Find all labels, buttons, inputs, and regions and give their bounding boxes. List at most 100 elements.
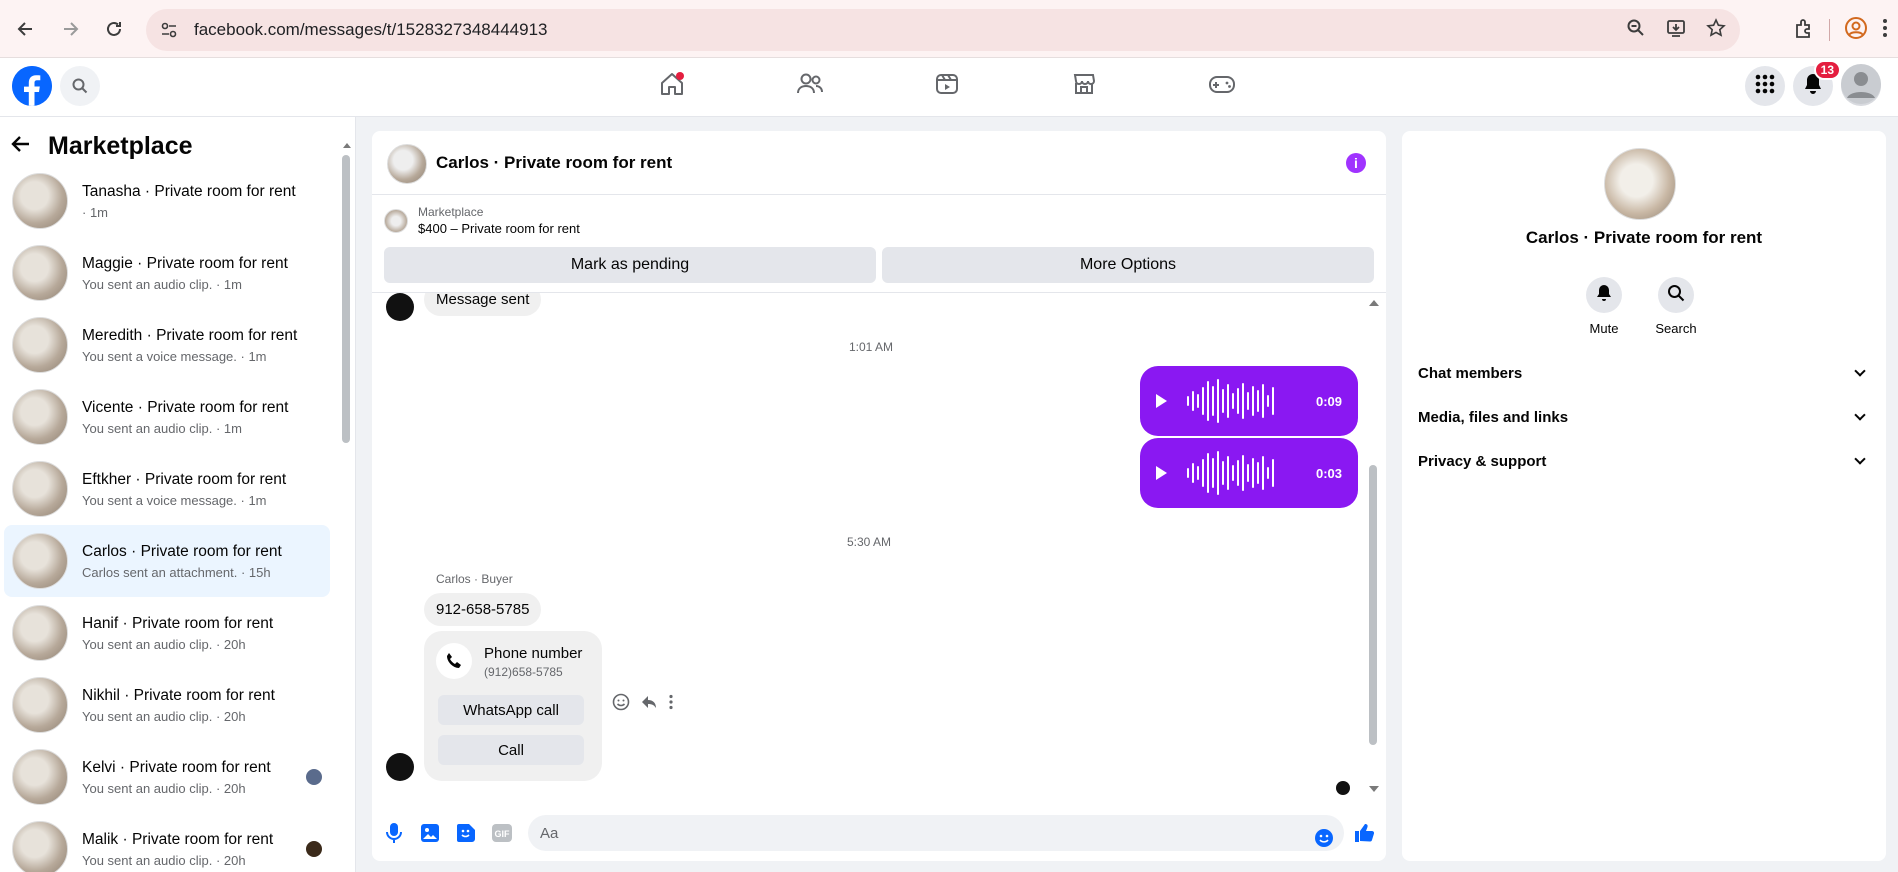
chat-title[interactable]: Carlos · Private room for rent bbox=[436, 153, 672, 173]
message-actions bbox=[612, 693, 674, 716]
listing-avatar bbox=[12, 389, 68, 445]
call-button[interactable]: Call bbox=[438, 735, 584, 765]
play-icon[interactable] bbox=[1156, 394, 1167, 408]
more-options-button[interactable]: More Options bbox=[882, 247, 1374, 283]
nav-marketplace[interactable] bbox=[1064, 68, 1104, 104]
back-arrow-icon[interactable] bbox=[10, 133, 32, 160]
bookmark-star-icon[interactable] bbox=[1706, 17, 1726, 43]
listing-avatar bbox=[12, 173, 68, 229]
gif-icon[interactable]: GIF bbox=[490, 821, 514, 845]
whatsapp-call-button[interactable]: WhatsApp call bbox=[438, 695, 584, 725]
zoom-icon[interactable] bbox=[1626, 18, 1646, 43]
listing-price-title: $400 – Private room for rent bbox=[418, 221, 580, 236]
chat-panel: Carlos · Private room for rent i Marketp… bbox=[372, 131, 1386, 861]
scroll-up-icon[interactable] bbox=[342, 141, 352, 149]
card-phone-number: (912)658-5785 bbox=[484, 665, 563, 679]
url-text: facebook.com/messages/t/1528327348444913 bbox=[194, 20, 548, 39]
panel-title: Marketplace bbox=[48, 131, 193, 160]
video-icon bbox=[934, 71, 960, 102]
privacy-support-section[interactable]: Privacy & support bbox=[1418, 443, 1870, 479]
menu-grid-button[interactable] bbox=[1745, 66, 1785, 106]
read-receipt-avatar bbox=[306, 841, 322, 857]
site-settings-icon[interactable] bbox=[160, 21, 178, 44]
conversation-item[interactable]: Malik · Private room for rent You sent an… bbox=[4, 813, 330, 872]
install-app-icon[interactable] bbox=[1666, 18, 1686, 43]
details-avatar[interactable] bbox=[1604, 148, 1676, 220]
conversation-name: Hanif · Private room for rent bbox=[82, 614, 274, 632]
address-bar[interactable]: facebook.com/messages/t/1528327348444913 bbox=[146, 9, 1740, 51]
scroll-down-icon[interactable] bbox=[1368, 785, 1380, 793]
conversation-item[interactable]: Nikhil · Private room for rent You sent a… bbox=[4, 669, 330, 741]
more-actions-icon[interactable] bbox=[668, 694, 674, 715]
conversation-name: Meredith · Private room for rent bbox=[82, 326, 298, 344]
conversation-item[interactable]: Eftkher · Private room for rent You sent … bbox=[4, 453, 330, 525]
react-emoji-icon[interactable] bbox=[612, 693, 630, 716]
marketplace-conversations-panel: Marketplace Tanasha · Private room for r… bbox=[0, 117, 356, 872]
reload-icon[interactable] bbox=[96, 11, 132, 47]
notification-count-badge: 13 bbox=[1813, 60, 1841, 80]
extensions-icon[interactable] bbox=[1793, 17, 1815, 44]
facebook-header: 13 bbox=[0, 58, 1898, 117]
audio-message[interactable]: 0:03 bbox=[1140, 438, 1358, 508]
mark-as-pending-button[interactable]: Mark as pending bbox=[384, 247, 876, 283]
search-icon bbox=[1667, 284, 1685, 307]
listing-summary[interactable]: Marketplace $400 – Private room for rent bbox=[384, 205, 580, 236]
conversation-preview: You sent an audio clip. · 20h bbox=[82, 636, 246, 652]
listing-avatar bbox=[12, 821, 68, 872]
audio-message[interactable]: 0:09 bbox=[1140, 366, 1358, 436]
photo-icon[interactable] bbox=[418, 821, 442, 845]
facebook-logo-icon[interactable] bbox=[12, 66, 52, 106]
listing-avatar bbox=[12, 605, 68, 661]
media-files-links-section[interactable]: Media, files and links bbox=[1418, 399, 1870, 435]
forward-icon[interactable] bbox=[52, 11, 88, 47]
nav-home[interactable] bbox=[652, 68, 692, 104]
chat-members-section[interactable]: Chat members bbox=[1418, 355, 1870, 391]
conversation-preview: You sent an audio clip. · 20h bbox=[82, 708, 246, 724]
read-receipt-avatar bbox=[306, 769, 322, 785]
card-title: Phone number bbox=[484, 645, 583, 662]
back-icon[interactable] bbox=[8, 11, 44, 47]
conversation-preview: You sent an audio clip. · 20h bbox=[82, 852, 246, 868]
chat-scroll-thumb[interactable] bbox=[1369, 465, 1377, 745]
chat-avatar[interactable] bbox=[387, 144, 427, 184]
facebook-search-button[interactable] bbox=[60, 66, 100, 106]
mute-button[interactable]: Mute bbox=[1574, 277, 1634, 336]
section-label: Privacy & support bbox=[1418, 452, 1547, 470]
emoji-icon[interactable] bbox=[1312, 826, 1336, 850]
reply-icon[interactable] bbox=[640, 693, 658, 716]
sidebar-scroll-thumb[interactable] bbox=[342, 155, 350, 443]
microphone-icon[interactable] bbox=[382, 821, 406, 845]
account-avatar[interactable] bbox=[1841, 63, 1881, 106]
sticker-icon[interactable] bbox=[454, 821, 478, 845]
search-in-conversation-button[interactable]: Search bbox=[1646, 277, 1706, 336]
conversation-item[interactable]: Maggie · Private room for rent You sent a… bbox=[4, 237, 330, 309]
conversation-preview: Carlos sent an attachment. · 15h bbox=[82, 564, 271, 580]
sender-avatar bbox=[386, 293, 414, 321]
conversation-name: Eftkher · Private room for rent bbox=[82, 470, 287, 488]
sidebar-scrollbar[interactable] bbox=[342, 141, 352, 872]
like-thumbs-up-icon[interactable] bbox=[1352, 821, 1376, 845]
conversation-item[interactable]: Kelvi · Private room for rent You sent an… bbox=[4, 741, 330, 813]
message-bubble[interactable]: 912-658-5785 bbox=[424, 593, 542, 626]
nav-friends[interactable] bbox=[790, 68, 830, 104]
conversation-item[interactable]: Tanasha · Private room for rent · 1m bbox=[4, 165, 330, 237]
phone-icon bbox=[436, 643, 472, 679]
scroll-up-icon[interactable] bbox=[1368, 299, 1380, 307]
message-input[interactable] bbox=[528, 815, 1344, 851]
nav-video[interactable] bbox=[927, 68, 967, 104]
browser-menu-icon[interactable] bbox=[1882, 18, 1888, 43]
conversation-item-active[interactable]: Carlos · Private room for rent Carlos sen… bbox=[4, 525, 330, 597]
notifications-button[interactable]: 13 bbox=[1793, 60, 1841, 106]
nav-gaming[interactable] bbox=[1202, 68, 1242, 104]
chat-scrollbar[interactable] bbox=[1368, 293, 1380, 798]
listing-avatar bbox=[12, 533, 68, 589]
profile-icon[interactable] bbox=[1844, 16, 1868, 45]
audio-duration: 0:03 bbox=[1315, 465, 1342, 481]
info-icon[interactable]: i bbox=[1346, 153, 1366, 173]
conversation-item[interactable]: Vicente · Private room for rent You sent … bbox=[4, 381, 330, 453]
play-icon[interactable] bbox=[1156, 466, 1167, 480]
conversation-item[interactable]: Meredith · Private room for rent You sent… bbox=[4, 309, 330, 381]
listing-actions: Mark as pending More Options bbox=[384, 247, 1374, 283]
sender-label: Carlos · Buyer bbox=[436, 572, 513, 586]
conversation-item[interactable]: Hanif · Private room for rent You sent an… bbox=[4, 597, 330, 669]
